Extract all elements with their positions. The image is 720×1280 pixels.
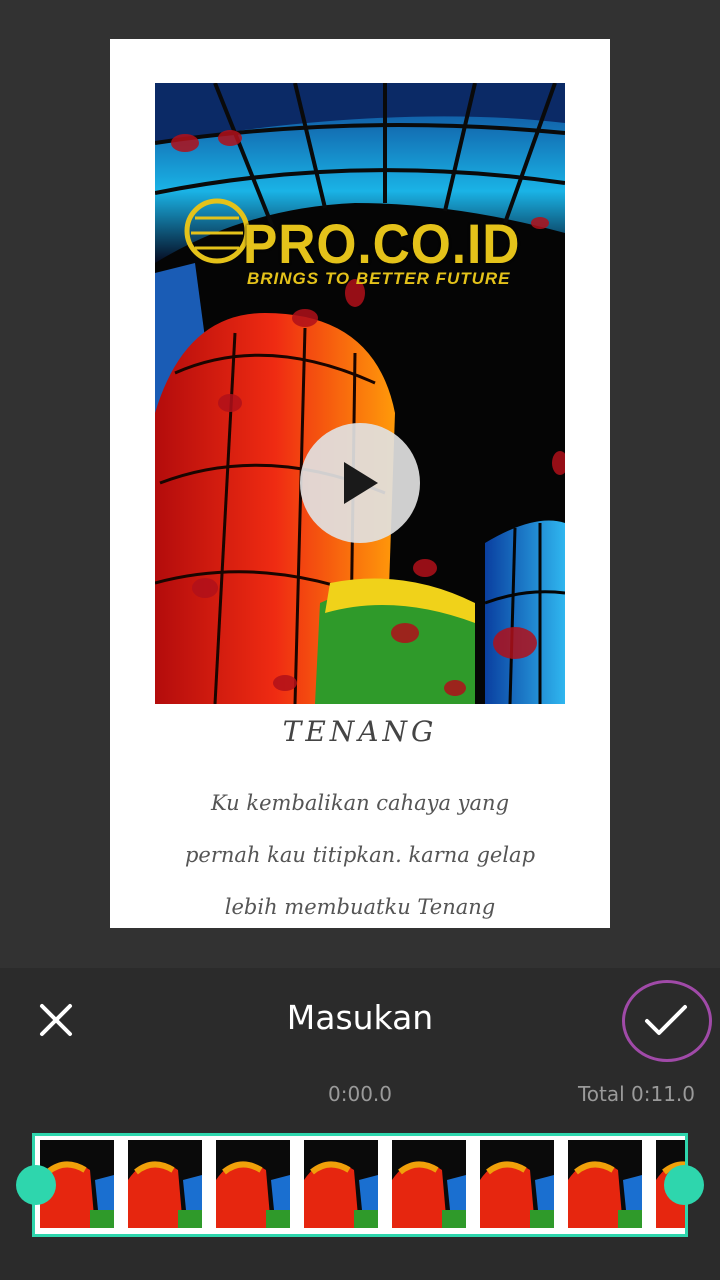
toolbar-title: Masukan bbox=[286, 998, 434, 1037]
caption-title: TENANG bbox=[282, 715, 438, 748]
confirm-highlight-ring bbox=[622, 980, 712, 1062]
play-icon bbox=[344, 462, 378, 504]
caption-line: Ku kembalikan cahaya yang bbox=[210, 791, 510, 815]
thumbnail-row bbox=[40, 1140, 685, 1228]
play-button[interactable] bbox=[300, 423, 420, 543]
timeline-thumbnail bbox=[304, 1140, 378, 1228]
preview-area: PRO.CO.ID BRINGS TO BETTER FUTURE TENANG… bbox=[0, 0, 720, 968]
timeline-thumbnail bbox=[480, 1140, 554, 1228]
logo-text: PRO.CO.ID bbox=[243, 212, 521, 275]
time-total: Total 0:11.0 bbox=[577, 1082, 695, 1106]
caption-text: Ku kembalikan cahaya yang pernah kau tit… bbox=[170, 777, 550, 933]
logo-tagline: BRINGS TO BETTER FUTURE bbox=[247, 269, 511, 288]
editor-toolbar: Masukan 0:00.0 Total 0:11.0 bbox=[0, 968, 720, 1280]
timeline-strip[interactable] bbox=[32, 1133, 688, 1237]
video-preview[interactable]: PRO.CO.ID BRINGS TO BETTER FUTURE bbox=[155, 83, 565, 704]
confirm-button[interactable] bbox=[622, 980, 712, 1062]
timeline-thumbnail bbox=[568, 1140, 642, 1228]
caption-line: lebih membuatku Tenang bbox=[224, 895, 496, 919]
timeline-thumbnail bbox=[128, 1140, 202, 1228]
preview-card: PRO.CO.ID BRINGS TO BETTER FUTURE TENANG… bbox=[110, 39, 610, 928]
trim-handle-right[interactable] bbox=[664, 1165, 704, 1205]
trim-handle-left[interactable] bbox=[16, 1165, 56, 1205]
caption-line: pernah kau titipkan. karna gelap bbox=[184, 843, 536, 867]
timeline-thumbnail bbox=[392, 1140, 466, 1228]
time-current: 0:00.0 bbox=[328, 1082, 392, 1106]
video-artwork bbox=[155, 83, 565, 704]
timeline-thumbnail bbox=[216, 1140, 290, 1228]
